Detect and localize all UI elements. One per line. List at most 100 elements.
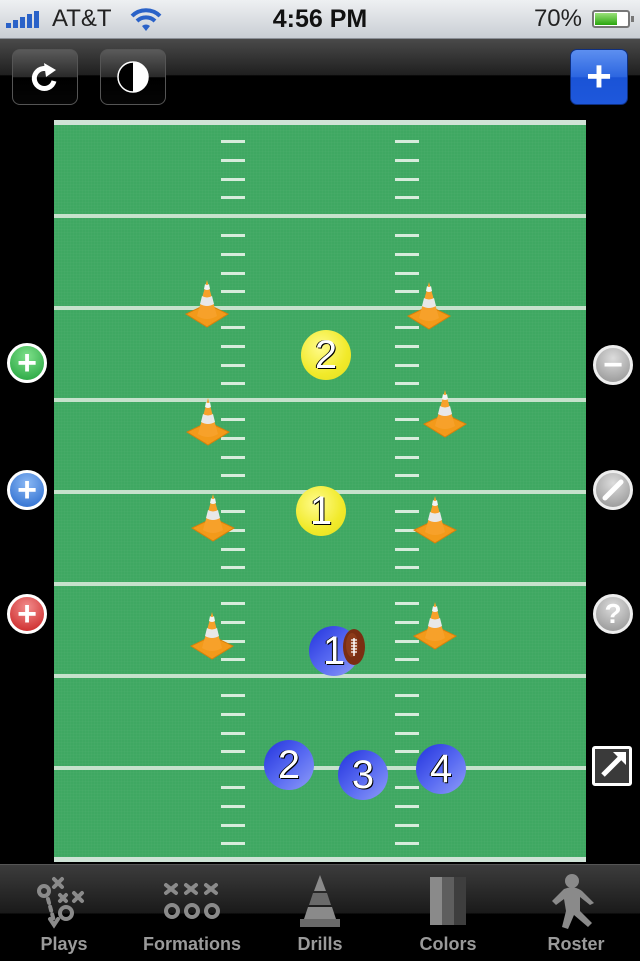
- defense-player-2[interactable]: 2: [301, 330, 351, 380]
- minus-icon: −: [603, 346, 623, 384]
- formations-icon: [164, 883, 220, 919]
- battery-icon: [592, 10, 634, 28]
- hash-mark: [221, 694, 245, 697]
- question-icon: ?: [604, 598, 622, 629]
- signal-strength-icon: [6, 11, 46, 28]
- offense-player-2[interactable]: 2: [264, 740, 314, 790]
- hash-mark: [395, 548, 419, 551]
- hash-mark: [221, 272, 245, 275]
- hash-mark: [221, 253, 245, 256]
- wifi-icon: [130, 8, 162, 31]
- hash-mark: [395, 178, 419, 181]
- hash-mark: [395, 234, 419, 237]
- pencil-line-icon: [602, 479, 624, 501]
- cone-icon[interactable]: [412, 494, 458, 544]
- expand-button[interactable]: [592, 746, 632, 786]
- hash-mark: [221, 732, 245, 735]
- hash-mark: [221, 382, 245, 385]
- top-toolbar: +: [0, 39, 640, 111]
- carrier-name: AT&T: [52, 5, 112, 32]
- hash-mark: [221, 566, 245, 569]
- hash-mark: [221, 456, 245, 459]
- help-button[interactable]: ?: [593, 594, 633, 634]
- hash-mark: [221, 474, 245, 477]
- cone-icon[interactable]: [422, 388, 468, 438]
- add-red-player-button[interactable]: +: [7, 594, 47, 634]
- draw-button[interactable]: [593, 470, 633, 510]
- hash-mark: [221, 805, 245, 808]
- cone-icon[interactable]: [412, 600, 458, 650]
- hash-mark: [395, 253, 419, 256]
- hash-mark: [221, 196, 245, 199]
- cone-icon[interactable]: [184, 278, 230, 328]
- hash-mark: [395, 345, 419, 348]
- tab-label: Plays: [40, 934, 88, 954]
- hash-mark: [221, 750, 245, 753]
- hash-mark: [395, 750, 419, 753]
- field-top-edge: [54, 120, 586, 125]
- tab-bar: Plays Formations Drills Colors Roster: [0, 864, 640, 961]
- cone-icon[interactable]: [189, 610, 235, 660]
- yard-line: [54, 398, 586, 402]
- add-blue-player-button[interactable]: +: [7, 470, 47, 510]
- football-field[interactable]: 211234: [54, 120, 586, 862]
- tab-label: Colors: [419, 934, 477, 954]
- remove-button[interactable]: −: [593, 345, 633, 385]
- hash-mark: [395, 272, 419, 275]
- tab-drills[interactable]: Drills: [256, 865, 384, 961]
- hash-mark: [395, 694, 419, 697]
- player-icon: [552, 874, 594, 929]
- hash-mark: [221, 140, 245, 143]
- tab-formations[interactable]: Formations: [128, 865, 256, 961]
- cone-icon[interactable]: [185, 396, 231, 446]
- tab-colors[interactable]: Colors: [384, 865, 512, 961]
- hash-mark: [395, 566, 419, 569]
- yard-line: [54, 582, 586, 586]
- hash-mark: [395, 196, 419, 199]
- hash-mark: [395, 418, 419, 421]
- tab-roster[interactable]: Roster: [512, 865, 640, 961]
- hash-mark: [221, 364, 245, 367]
- hash-mark: [395, 364, 419, 367]
- half-circle-contrast-icon: [117, 61, 149, 93]
- hash-mark: [221, 234, 245, 237]
- hash-mark: [221, 786, 245, 789]
- hash-mark: [221, 842, 245, 845]
- hash-mark: [395, 713, 419, 716]
- hash-mark: [395, 805, 419, 808]
- football-icon[interactable]: [342, 628, 366, 666]
- cone-icon[interactable]: [406, 280, 452, 330]
- defense-player-1[interactable]: 1: [296, 486, 346, 536]
- hash-mark: [395, 658, 419, 661]
- reset-button[interactable]: [12, 49, 78, 105]
- offense-player-4[interactable]: 4: [416, 744, 466, 794]
- battery-percent: 70%: [533, 5, 582, 32]
- tab-plays[interactable]: Plays: [0, 865, 128, 961]
- add-green-player-button[interactable]: +: [7, 343, 47, 383]
- hash-mark: [395, 437, 419, 440]
- hash-mark: [221, 159, 245, 162]
- hash-mark: [221, 548, 245, 551]
- hash-mark: [221, 345, 245, 348]
- field-bottom-edge: [54, 857, 586, 862]
- expand-arrow-icon: [601, 752, 626, 777]
- cone-icon: [300, 875, 340, 927]
- hash-mark: [395, 382, 419, 385]
- cone-icon[interactable]: [190, 492, 236, 542]
- plays-icon: [37, 877, 84, 929]
- hash-mark: [221, 713, 245, 716]
- hash-mark: [395, 474, 419, 477]
- contrast-button[interactable]: [100, 49, 166, 105]
- yard-line: [54, 306, 586, 310]
- yard-line: [54, 214, 586, 218]
- refresh-icon: [31, 63, 57, 91]
- hash-mark: [395, 732, 419, 735]
- add-button[interactable]: +: [570, 49, 628, 105]
- yard-line: [54, 766, 586, 770]
- plus-icon: +: [17, 595, 37, 633]
- tab-label: Roster: [547, 934, 605, 954]
- colors-icon: [430, 877, 466, 925]
- offense-player-3[interactable]: 3: [338, 750, 388, 800]
- hash-mark: [395, 824, 419, 827]
- hash-mark: [221, 178, 245, 181]
